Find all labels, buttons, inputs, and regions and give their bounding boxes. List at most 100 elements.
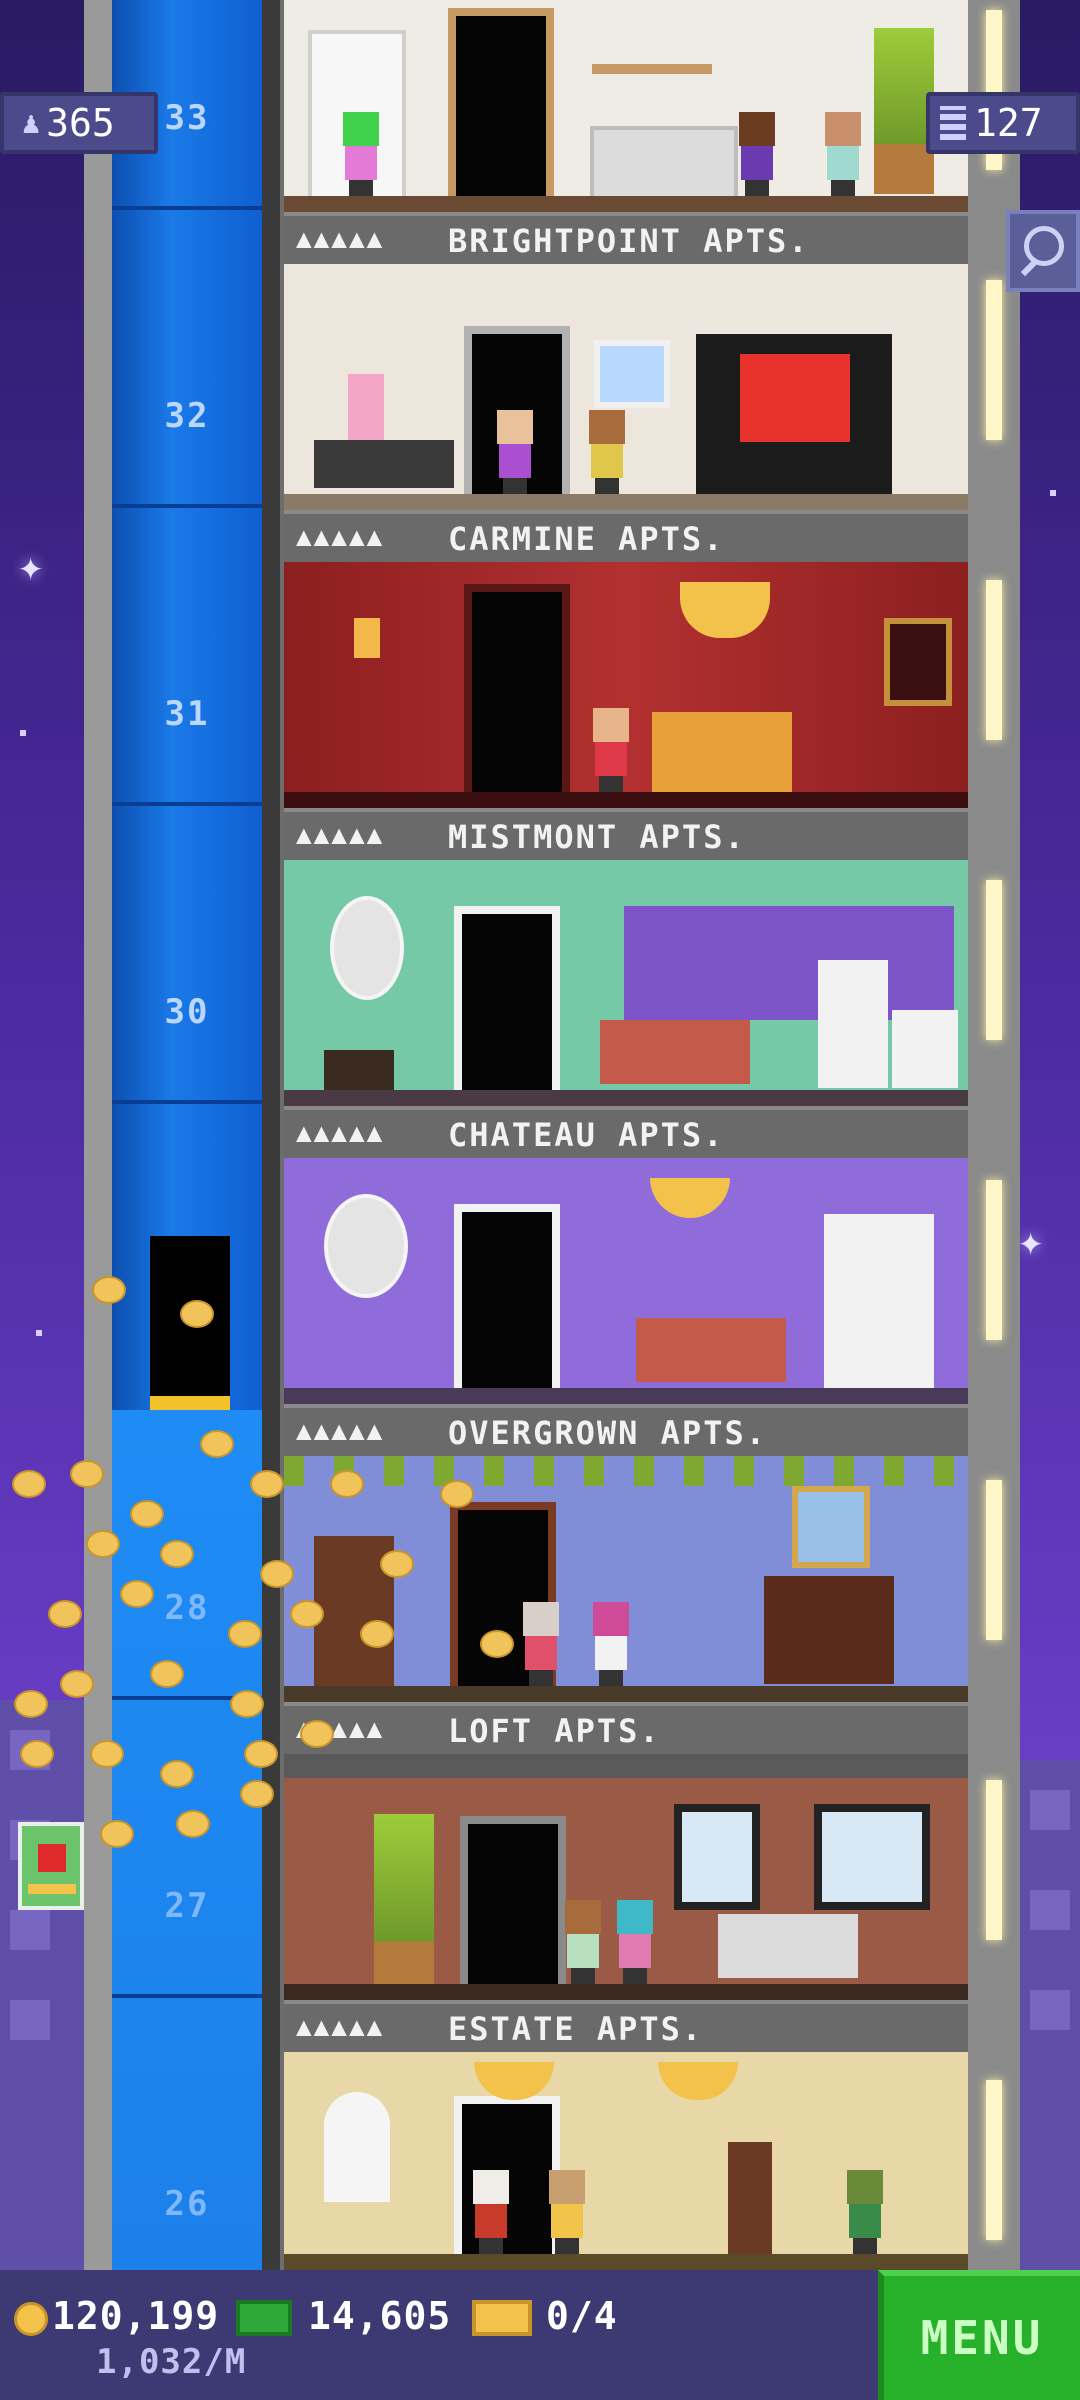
- chandelier: [680, 582, 770, 638]
- wall-painting: [884, 618, 952, 706]
- resident[interactable]: [614, 1900, 656, 1984]
- coin-particle: [48, 1600, 82, 1628]
- floor-label[interactable]: ▲▲▲▲▲ MISTMONT APTS.: [284, 808, 968, 864]
- resident[interactable]: [844, 2170, 886, 2254]
- population-icon: ♟: [22, 105, 41, 141]
- floor-label[interactable]: ▲▲▲▲▲ CHATEAU APTS.: [284, 1106, 968, 1162]
- floor-loft[interactable]: [284, 1754, 968, 2000]
- coin-particle: [440, 1480, 474, 1508]
- resident[interactable]: [494, 410, 536, 494]
- floor-brightpoint[interactable]: [284, 0, 968, 212]
- star-rating: ▲▲▲▲▲: [296, 820, 385, 850]
- population-value: 365: [46, 101, 115, 145]
- shaft-floor-number: 27: [164, 1886, 210, 1926]
- floor-carmine[interactable]: [284, 264, 968, 510]
- elevator-shaft-lower: [112, 1410, 262, 2270]
- star-decoration: ✦: [1018, 1216, 1044, 1265]
- floor-label[interactable]: ▲▲▲▲▲ BRIGHTPOINT APTS.: [284, 212, 968, 268]
- doorway: [454, 1204, 560, 1388]
- coin-particle: [380, 1550, 414, 1578]
- coin-particle: [480, 1630, 514, 1658]
- coin-particle: [260, 1560, 294, 1588]
- resident[interactable]: [562, 1900, 604, 1984]
- wall-light: [986, 580, 1002, 740]
- floor-29[interactable]: [284, 1158, 968, 1404]
- coin-particle: [60, 1670, 94, 1698]
- sofa: [636, 1318, 786, 1382]
- floor-label[interactable]: ▲▲▲▲▲ ESTATE APTS.: [284, 2000, 968, 2056]
- floor-name: CARMINE APTS.: [448, 520, 725, 558]
- doorway: [464, 584, 570, 792]
- vip-cards-value: 0/4: [546, 2294, 618, 2338]
- tv-screen: [740, 354, 850, 442]
- shaft-floor-number: 31: [164, 694, 210, 734]
- floor-overgrown[interactable]: [284, 1456, 968, 1702]
- cabinet: [824, 1214, 934, 1388]
- star-rating: ▲▲▲▲▲: [296, 1416, 385, 1446]
- wall-light: [986, 280, 1002, 440]
- coin-particle: [86, 1530, 120, 1558]
- shaft-divider: [112, 504, 262, 508]
- window: [674, 1804, 760, 1910]
- population-counter[interactable]: ♟ 365: [0, 92, 158, 154]
- floors-icon: [940, 106, 966, 140]
- oval-mirror: [324, 1194, 408, 1298]
- stove: [892, 1010, 958, 1088]
- coin-particle: [160, 1760, 194, 1788]
- floor-name: ESTATE APTS.: [448, 2010, 704, 2048]
- fireplace: [764, 1576, 894, 1684]
- floor-plant: [874, 28, 934, 194]
- refrigerator: [818, 960, 888, 1088]
- coin-particle: [240, 1780, 274, 1808]
- wall-painting: [594, 340, 670, 408]
- search-button[interactable]: [1006, 210, 1080, 292]
- resident[interactable]: [590, 1602, 632, 1686]
- income-rate: 1,032/M: [96, 2342, 247, 2382]
- shaft-divider: [112, 802, 262, 806]
- shaft-divider: [112, 1100, 262, 1104]
- chandelier: [474, 2062, 554, 2100]
- floors-counter[interactable]: 127: [926, 92, 1080, 154]
- floor-estate[interactable]: [284, 2052, 968, 2270]
- floor-chateau[interactable]: [284, 860, 968, 1106]
- menu-button[interactable]: MENU: [878, 2270, 1080, 2400]
- shaft-floor-number: 26: [164, 2184, 210, 2224]
- sofa: [600, 1020, 750, 1084]
- shaft-rail: [262, 0, 280, 2270]
- floor-mistmont[interactable]: [284, 562, 968, 808]
- doorway: [454, 906, 560, 1090]
- sofa: [718, 1914, 858, 1978]
- wall-painting: [792, 1486, 870, 1568]
- floor-plant: [374, 1814, 434, 1984]
- coin-particle: [300, 1720, 334, 1748]
- floor-name: CHATEAU APTS.: [448, 1116, 725, 1154]
- doorway: [460, 1816, 566, 1984]
- coin-particle: [200, 1430, 234, 1458]
- resident[interactable]: [590, 708, 632, 792]
- resident[interactable]: [470, 2170, 512, 2254]
- resident[interactable]: [822, 112, 864, 196]
- coin-particle: [160, 1540, 194, 1568]
- floor-label[interactable]: ▲▲▲▲▲ LOFT APTS.: [284, 1702, 968, 1758]
- ceiling-beam: [284, 1754, 968, 1778]
- resident[interactable]: [586, 410, 628, 494]
- star-rating: ▲▲▲▲▲: [296, 522, 385, 552]
- resident[interactable]: [520, 1602, 562, 1686]
- resident[interactable]: [546, 2170, 588, 2254]
- floor-label[interactable]: ▲▲▲▲▲ CARMINE APTS.: [284, 510, 968, 566]
- coin-particle: [250, 1470, 284, 1498]
- star-rating: ▲▲▲▲▲: [296, 224, 385, 254]
- coins-value: 120,199: [52, 2294, 220, 2338]
- food-icon[interactable]: [18, 1822, 84, 1910]
- window: [624, 906, 954, 1020]
- resident[interactable]: [736, 112, 778, 196]
- floor-label[interactable]: ▲▲▲▲▲ OVERGROWN APTS.: [284, 1404, 968, 1460]
- star-decoration: ✦: [18, 541, 44, 590]
- resident[interactable]: [340, 112, 382, 196]
- chandelier: [658, 2062, 738, 2100]
- floor-name: OVERGROWN APTS.: [448, 1414, 767, 1452]
- coin-particle: [92, 1276, 126, 1304]
- floor-name: LOFT APTS.: [448, 1712, 661, 1750]
- oval-mirror: [330, 896, 404, 1000]
- coin-particle: [244, 1740, 278, 1768]
